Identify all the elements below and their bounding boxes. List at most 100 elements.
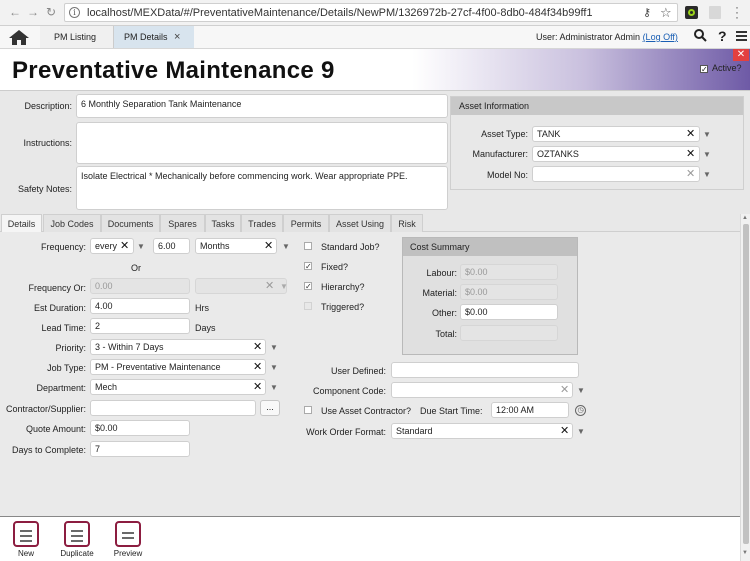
scroll-up-icon[interactable]: ▲ — [742, 215, 748, 221]
forward-icon[interactable]: → — [26, 5, 40, 19]
clear-department-icon[interactable]: ✕ — [253, 380, 262, 393]
back-icon[interactable]: ← — [8, 5, 22, 19]
tab-permits[interactable]: Permits — [283, 214, 329, 232]
work-order-format-select[interactable]: Standard — [391, 423, 573, 439]
asset-type-value: TANK — [537, 129, 561, 139]
other-field[interactable]: $0.00 — [460, 304, 558, 320]
clear-model-no-icon[interactable]: ✕ — [686, 167, 695, 180]
bookmark-star-icon[interactable]: ☆ — [660, 5, 672, 21]
scroll-down-icon[interactable]: ▼ — [742, 550, 748, 556]
tab-asset-using[interactable]: Asset Using — [329, 214, 391, 232]
tab-pm-listing[interactable]: PM Listing — [40, 26, 114, 48]
hierarchy-checkbox[interactable]: ✓ — [304, 282, 312, 291]
department-select[interactable]: Mech — [90, 379, 266, 395]
reload-icon[interactable]: ↻ — [44, 5, 58, 19]
fixed-label: Fixed? — [321, 262, 349, 272]
clear-asset-type-icon[interactable]: ✕ — [686, 127, 695, 140]
est-duration-field[interactable]: 4.00 — [90, 298, 190, 314]
tab-job-codes[interactable]: Job Codes — [43, 214, 101, 232]
contractor-lookup-button[interactable]: ... — [260, 400, 280, 416]
quote-amount-field[interactable]: $0.00 — [90, 420, 190, 436]
user-defined-field[interactable] — [391, 362, 579, 378]
tab-spares[interactable]: Spares — [160, 214, 205, 232]
or-label: Or — [131, 263, 141, 273]
help-icon[interactable]: ? — [718, 28, 727, 44]
manufacturer-field[interactable]: OZTANKS — [532, 146, 700, 162]
triggered-checkbox[interactable] — [304, 302, 312, 310]
description-field[interactable]: 6 Monthly Separation Tank Maintenance — [76, 94, 448, 118]
tab-documents[interactable]: Documents — [101, 214, 160, 232]
job-type-dropdown-icon[interactable]: ▼ — [270, 363, 278, 372]
clear-priority-icon[interactable]: ✕ — [253, 340, 262, 353]
clear-component-code-icon[interactable]: ✕ — [560, 383, 569, 396]
contractor-field[interactable] — [90, 400, 256, 416]
close-tab-icon[interactable]: × — [174, 26, 180, 48]
tab-pm-details[interactable]: PM Details × — [114, 26, 194, 48]
clear-frequency-or-unit-icon[interactable]: ✕ — [265, 279, 274, 292]
safety-notes-value: Isolate Electrical * Mechanically before… — [81, 171, 408, 181]
frequency-value-field[interactable]: 6.00 — [153, 238, 190, 254]
frequency-label: Frequency: — [40, 242, 86, 252]
days-to-complete-field[interactable]: 7 — [90, 441, 190, 457]
new-button[interactable]: New — [6, 521, 46, 558]
frequency-or-unit-dropdown-icon[interactable]: ▼ — [280, 282, 288, 291]
frequency-mode-dropdown-icon[interactable]: ▼ — [137, 242, 145, 251]
component-code-dropdown-icon[interactable]: ▼ — [577, 386, 585, 395]
priority-dropdown-icon[interactable]: ▼ — [270, 343, 278, 352]
clear-frequency-mode-icon[interactable]: ✕ — [120, 239, 129, 252]
description-value: 6 Monthly Separation Tank Maintenance — [81, 99, 242, 109]
frequency-unit-value: Months — [200, 241, 230, 251]
priority-select[interactable]: 3 - Within 7 Days — [90, 339, 266, 355]
contractor-label: Contractor/Supplier: — [5, 404, 86, 414]
clear-manufacturer-icon[interactable]: ✕ — [686, 147, 695, 160]
component-code-select[interactable] — [391, 382, 573, 398]
url-text[interactable]: localhost/MEXData/#/PreventativeMaintena… — [87, 7, 593, 19]
scroll-thumb[interactable] — [743, 224, 749, 544]
active-checkbox[interactable]: ✓ — [700, 64, 708, 73]
manufacturer-dropdown-icon[interactable]: ▼ — [703, 150, 711, 159]
tab-spares-label: Spares — [168, 219, 197, 229]
instructions-field[interactable] — [76, 122, 448, 164]
clear-work-order-format-icon[interactable]: ✕ — [560, 424, 569, 437]
department-dropdown-icon[interactable]: ▼ — [270, 383, 278, 392]
logoff-link[interactable]: (Log Off) — [643, 32, 678, 42]
address-bar[interactable]: i localhost/MEXData/#/PreventativeMainte… — [64, 3, 678, 22]
browser-menu-icon[interactable]: · · · — [735, 1, 739, 23]
search-icon[interactable] — [694, 29, 707, 45]
clock-icon[interactable]: ◷ — [575, 405, 586, 416]
duplicate-button[interactable]: Duplicate — [57, 521, 97, 558]
frequency-or-field[interactable]: 0.00 — [90, 278, 190, 294]
key-icon[interactable]: ⚷ — [643, 6, 651, 19]
asset-type-field[interactable]: TANK — [532, 126, 700, 142]
use-asset-contractor-checkbox[interactable] — [304, 406, 312, 414]
standard-job-checkbox[interactable] — [304, 242, 312, 250]
tab-risk[interactable]: Risk — [391, 214, 423, 232]
close-icon[interactable]: ✕ — [733, 49, 749, 61]
frequency-unit-dropdown-icon[interactable]: ▼ — [282, 242, 290, 251]
home-icon — [9, 30, 29, 45]
clear-frequency-unit-icon[interactable]: ✕ — [264, 239, 273, 252]
tab-trades[interactable]: Trades — [241, 214, 283, 232]
work-order-format-dropdown-icon[interactable]: ▼ — [577, 427, 585, 436]
clear-job-type-icon[interactable]: ✕ — [253, 360, 262, 373]
lead-time-field[interactable]: 2 — [90, 318, 190, 334]
pm-number: 9 — [320, 57, 335, 84]
tab-tasks[interactable]: Tasks — [205, 214, 241, 232]
job-type-select[interactable]: PM - Preventative Maintenance — [90, 359, 266, 375]
active-toggle[interactable]: ✓ Active? — [700, 63, 742, 73]
asset-type-dropdown-icon[interactable]: ▼ — [703, 130, 711, 139]
fixed-checkbox[interactable]: ✓ — [304, 262, 312, 271]
preview-button[interactable]: Preview — [108, 521, 148, 558]
extension-icon[interactable] — [685, 6, 698, 19]
tab-details[interactable]: Details — [1, 214, 42, 233]
model-no-field[interactable] — [532, 166, 700, 182]
pdf-extension-icon[interactable] — [709, 6, 721, 19]
hamburger-menu-icon[interactable] — [736, 31, 747, 43]
vertical-scrollbar[interactable]: ▲ ▼ — [740, 214, 750, 561]
info-icon[interactable]: i — [69, 7, 80, 18]
safety-notes-field[interactable]: Isolate Electrical * Mechanically before… — [76, 166, 448, 210]
home-button[interactable] — [6, 28, 32, 46]
due-start-time-field[interactable]: 12:00 AM — [491, 402, 569, 418]
tab-risk-label: Risk — [398, 219, 416, 229]
model-no-dropdown-icon[interactable]: ▼ — [703, 170, 711, 179]
